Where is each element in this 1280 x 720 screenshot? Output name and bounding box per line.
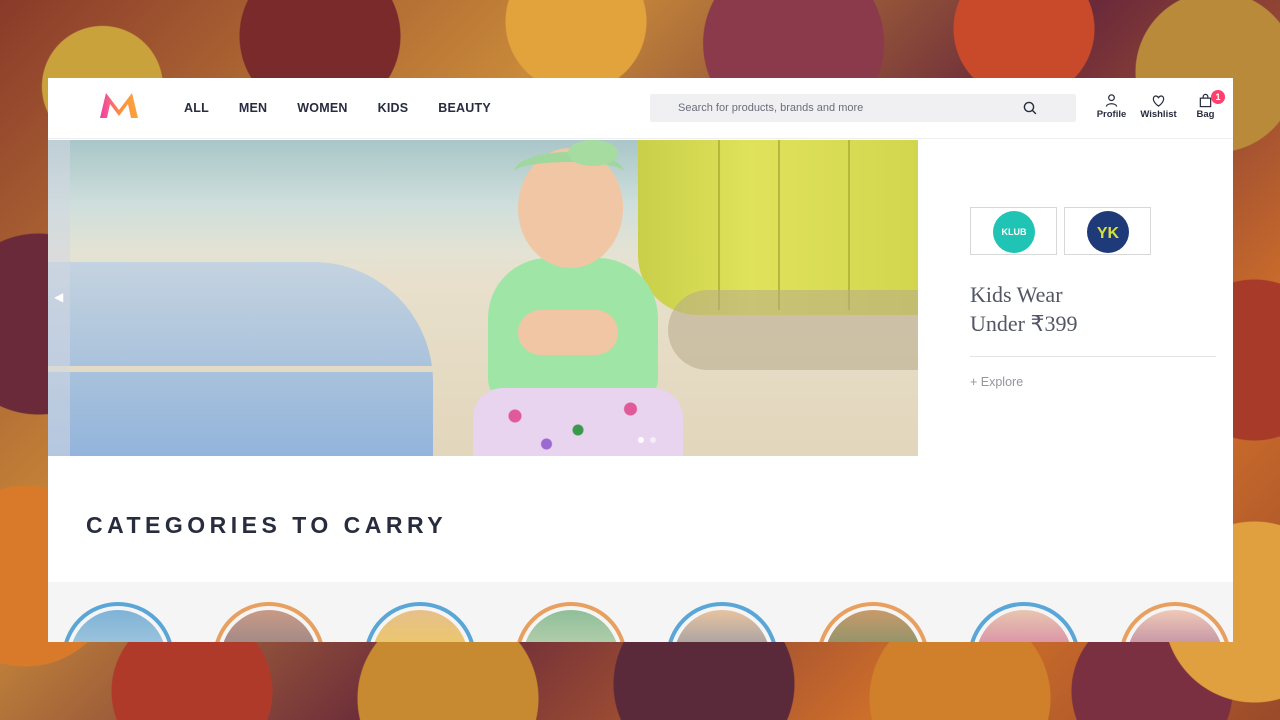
carousel-dots xyxy=(638,437,656,443)
category-circle[interactable] xyxy=(1119,602,1231,642)
klub-logo-icon: KLUB xyxy=(993,211,1035,253)
heart-icon xyxy=(1152,95,1165,107)
profile-button[interactable]: Profile xyxy=(1088,93,1135,120)
category-circle[interactable] xyxy=(817,602,929,642)
nav-women[interactable]: WOMEN xyxy=(297,78,347,139)
banner-bow xyxy=(568,140,618,166)
yk-logo-mark: YK xyxy=(1097,225,1120,242)
promo-title-line1: Kids Wear xyxy=(970,282,1063,307)
app-window: ALL MEN WOMEN KIDS BEAUTY Profile xyxy=(48,78,1233,642)
banner-shadow xyxy=(668,290,918,370)
nav-beauty[interactable]: BEAUTY xyxy=(438,78,491,139)
chevron-left-icon[interactable]: ◀ xyxy=(54,290,63,304)
nav-men[interactable]: MEN xyxy=(239,78,267,139)
promo-divider xyxy=(970,356,1216,357)
hero-banner-image[interactable]: ◀ xyxy=(48,140,918,456)
bag-count-badge: 1 xyxy=(1211,90,1225,104)
banner-baby-arms xyxy=(518,310,618,355)
profile-label: Profile xyxy=(1096,109,1127,120)
categories-title: CATEGORIES TO CARRY xyxy=(86,512,448,538)
header-actions: Profile Wishlist Bag 1 xyxy=(1088,90,1229,120)
wishlist-button[interactable]: Wishlist xyxy=(1135,93,1182,120)
myntra-logo[interactable] xyxy=(98,90,140,120)
carousel-dot[interactable] xyxy=(638,437,644,443)
categories-strip xyxy=(48,582,1233,642)
search-input[interactable] xyxy=(650,94,1076,122)
search-icon[interactable] xyxy=(1022,100,1038,116)
nav-all[interactable]: ALL xyxy=(184,78,209,139)
bag-label: Bag xyxy=(1196,109,1215,120)
category-circle[interactable] xyxy=(968,602,1080,642)
promo-title: Kids Wear Under ₹399 xyxy=(970,280,1190,338)
banner-blue-board xyxy=(48,262,433,456)
yk-logo-icon: YK xyxy=(1087,211,1129,253)
brand-logo-klub[interactable]: KLUB xyxy=(970,207,1057,255)
wishlist-label: Wishlist xyxy=(1140,109,1177,120)
klub-logo-mark: KLUB xyxy=(1002,227,1027,237)
banner-yellow-board xyxy=(638,140,918,315)
search-bar xyxy=(650,94,1076,122)
bag-button[interactable]: Bag 1 xyxy=(1182,90,1229,120)
category-circle[interactable] xyxy=(213,602,325,642)
promo-title-line2: Under ₹399 xyxy=(970,311,1078,336)
banner-baby-skirt xyxy=(473,388,683,456)
explore-link[interactable]: + Explore xyxy=(970,375,1023,389)
profile-icon xyxy=(1105,94,1118,107)
top-header: ALL MEN WOMEN KIDS BEAUTY Profile xyxy=(48,78,1233,139)
category-circle[interactable] xyxy=(666,602,778,642)
main-nav: ALL MEN WOMEN KIDS BEAUTY xyxy=(184,78,521,139)
category-circle[interactable] xyxy=(364,602,476,642)
carousel-dot[interactable] xyxy=(650,437,656,443)
nav-kids[interactable]: KIDS xyxy=(378,78,409,139)
brand-logo-yk[interactable]: YK xyxy=(1064,207,1151,255)
category-circle[interactable] xyxy=(515,602,627,642)
category-circle[interactable] xyxy=(62,602,174,642)
yk-logo-text: YK xyxy=(1097,225,1120,242)
klub-logo-text: KLUB xyxy=(1002,227,1027,237)
